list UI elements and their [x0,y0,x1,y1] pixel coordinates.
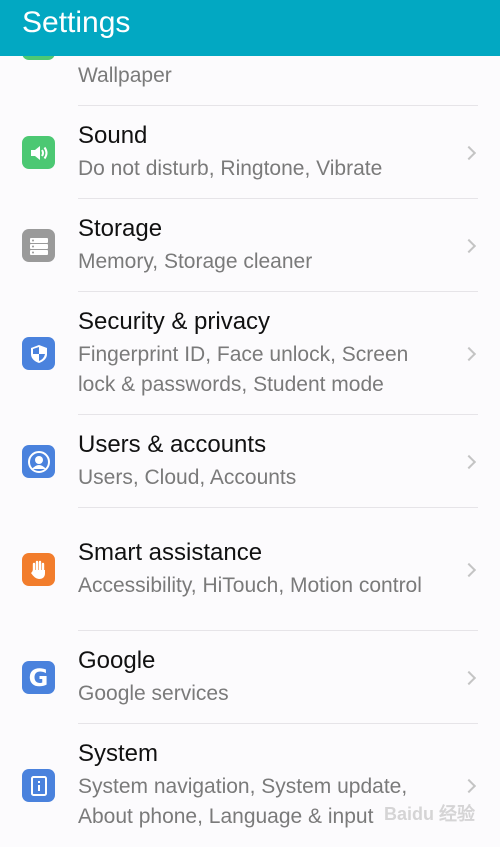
item-title: Smart assistance [78,539,263,566]
app-bar: Settings [0,0,500,56]
item-subtitle: Memory, Storage cleaner [78,250,313,273]
chevron-right-icon [461,454,477,469]
watermark: Baidu 经验 [384,804,476,824]
item-title: Sound [78,122,148,149]
settings-item-users[interactable]: Users & accounts Users, Cloud, Accounts [0,415,500,508]
item-subtitle: Wallpaper [78,64,172,87]
info-icon [22,769,55,802]
chevron-right-icon [461,670,477,685]
storage-icon [22,229,55,262]
chevron-right-icon [461,145,477,160]
user-icon [22,445,55,478]
item-title: Users & accounts [78,431,267,458]
item-subtitle: Accessibility, HiTouch, Motion control [78,574,422,597]
chevron-right-icon [461,238,477,253]
item-subtitle: Do not disturb, Ringtone, Vibrate [78,157,383,180]
item-title: Storage [78,215,163,242]
settings-item-system[interactable]: System System navigation, System update, … [0,724,500,847]
settings-item-smart-assistance[interactable]: Smart assistance Accessibility, HiTouch, … [0,508,500,631]
item-title: Security & privacy [78,308,271,335]
settings-item-storage[interactable]: Storage Memory, Storage cleaner [0,199,500,292]
item-subtitle: Users, Cloud, Accounts [78,466,297,489]
hand-icon [22,553,55,586]
item-subtitle: Fingerprint ID, Face unlock, Screen lock… [78,343,409,396]
speaker-icon [22,136,55,169]
page-title: Settings [22,6,131,39]
item-subtitle: Google services [78,682,229,705]
item-title: System [78,740,159,767]
chevron-right-icon [461,778,477,793]
chevron-right-icon [461,346,477,361]
settings-item-security[interactable]: Security & privacy Fingerprint ID, Face u… [0,292,500,415]
item-title: Google [78,647,156,674]
chevron-right-icon [461,562,477,577]
shield-icon [22,337,55,370]
settings-item-sound[interactable]: Sound Do not disturb, Ringtone, Vibrate [0,106,500,199]
settings-item-google[interactable]: G Google Google services [0,631,500,724]
google-icon: G [22,661,55,694]
